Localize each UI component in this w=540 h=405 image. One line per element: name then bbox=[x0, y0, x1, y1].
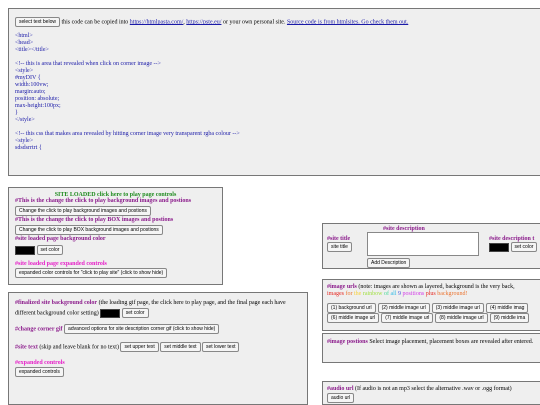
bg-heading: #This is the change the click to play ba… bbox=[15, 198, 192, 204]
desc-color-swatch[interactable] bbox=[489, 242, 509, 252]
color-swatch[interactable] bbox=[15, 245, 35, 255]
audio-box: #audio url (If audio is not an mp3 selec… bbox=[322, 381, 540, 405]
image-url-button[interactable]: (3) middle image url bbox=[431, 303, 484, 313]
code-line: <html> bbox=[15, 33, 33, 39]
code-line: <!-- this css that makes area revealed b… bbox=[15, 131, 240, 137]
rainbow-text: images for the rainbow of all 9 position… bbox=[327, 291, 539, 298]
rainbow-word: background! bbox=[437, 291, 468, 297]
code-line: </style> bbox=[15, 117, 35, 123]
image-url-buttons: (1) background url (2) middle image url (3… bbox=[327, 303, 539, 324]
intro-text: this code can be copied into bbox=[61, 19, 129, 26]
code-line: <head> bbox=[15, 40, 34, 46]
description-textarea[interactable] bbox=[367, 232, 479, 256]
site-loaded-box: SITE LOADED click here to play page cont… bbox=[8, 187, 223, 285]
select-text-button[interactable]: select text below bbox=[15, 17, 60, 27]
htmlpasta-link[interactable]: https://htmlpasta.com/ bbox=[130, 19, 184, 25]
source-link[interactable]: Source code is from htmlsites. Go check … bbox=[287, 19, 408, 25]
description-box: #site title site title #site description… bbox=[322, 223, 540, 269]
expanded-heading: #site loaded page expanded controls bbox=[15, 261, 107, 267]
code-line: width:100vw; bbox=[15, 82, 49, 88]
finalized-box: #finalized site background color (the lo… bbox=[8, 292, 308, 405]
rainbow-word: for bbox=[345, 291, 354, 297]
finalized-color-swatch[interactable] bbox=[100, 308, 121, 318]
expanded-controls-heading: #expanded controls bbox=[15, 360, 65, 367]
code-line: margin:auto; bbox=[15, 89, 46, 95]
code-line: position: absolute; bbox=[15, 96, 60, 102]
positions-text: Select image placement, placement boxes … bbox=[369, 339, 534, 345]
code-line: <style> bbox=[15, 68, 34, 74]
code-line: sdsdsrrtrt { bbox=[15, 145, 42, 151]
corner-heading: #change corner gif bbox=[15, 326, 63, 333]
rainbow-word: all bbox=[390, 291, 399, 297]
image-url-button[interactable]: (4) middle imag bbox=[485, 303, 529, 313]
bg-change-button[interactable]: Change the click to play background imag… bbox=[15, 206, 151, 216]
finalized-heading: #finalized site background color bbox=[15, 300, 98, 306]
corner-gif-button[interactable]: advanced options for site description co… bbox=[64, 324, 220, 335]
rainbow-word: the bbox=[354, 291, 363, 297]
audio-heading: #audio url bbox=[327, 386, 354, 392]
rainbow-word: plus bbox=[425, 291, 438, 297]
set-color-button[interactable]: set color bbox=[36, 245, 64, 255]
positions-box: #image postions Select image placement, … bbox=[322, 333, 540, 363]
code-line: <title></title> bbox=[15, 47, 49, 53]
image-url-button[interactable]: (6) middle image url bbox=[327, 313, 380, 324]
image-url-button[interactable]: (8) middle image url bbox=[435, 313, 488, 324]
positions-heading: #image postions bbox=[327, 339, 368, 345]
rainbow-word: positions bbox=[402, 291, 426, 297]
finalized-set-color-button[interactable]: set color bbox=[121, 308, 149, 318]
audio-url-button[interactable]: audio url bbox=[327, 393, 355, 403]
box-change-button[interactable]: Change the click to play BOX background … bbox=[15, 225, 163, 235]
site-text-desc: (skip and leave blank for no text) bbox=[39, 344, 119, 351]
desc-set-color-button[interactable]: set color bbox=[510, 242, 538, 252]
middle-text-button[interactable]: set middle text bbox=[160, 342, 201, 353]
code-line: } bbox=[15, 110, 18, 116]
code-line: max-height:100px; bbox=[15, 103, 61, 109]
audio-text: (If audio is not an mp3 select the alter… bbox=[355, 386, 512, 392]
rainbow-word: images bbox=[327, 291, 346, 297]
upper-text-button[interactable]: set upper text bbox=[120, 342, 159, 353]
rainbow-word: rainbow bbox=[362, 291, 385, 297]
code-box: select text below this code can be copie… bbox=[8, 8, 540, 176]
pste-link[interactable]: https://pste.eu/ bbox=[186, 19, 221, 25]
image-url-button[interactable]: (1) background url bbox=[327, 303, 376, 313]
site-text-heading: #site text bbox=[15, 344, 38, 351]
expanded-color-button[interactable]: expanded color controls for "click to pl… bbox=[15, 268, 168, 278]
code-line: <!-- this is area that revealed when cli… bbox=[15, 61, 161, 67]
image-urls-note: (note: images are shown as layered, back… bbox=[358, 284, 515, 290]
lower-text-button[interactable]: set lower text bbox=[202, 342, 240, 353]
site-title-button[interactable]: site title bbox=[327, 242, 352, 252]
or-text: or your own personal site. bbox=[222, 19, 286, 26]
add-description-button[interactable]: Add Description bbox=[367, 258, 411, 268]
code-lines[interactable]: <html> <head> <title></title> <!-- this is… bbox=[15, 33, 537, 152]
code-line: #myDIV { bbox=[15, 75, 41, 81]
image-urls-heading: #image urls bbox=[327, 284, 357, 290]
bgcolor-heading: #site loaded page background color bbox=[15, 236, 106, 242]
image-url-button[interactable]: (9) middle ima bbox=[489, 313, 530, 324]
image-url-button[interactable]: (7) middle image url bbox=[381, 313, 434, 324]
image-url-button[interactable]: (2) middle image url bbox=[377, 303, 430, 313]
box-heading: #This is the change the click to play BO… bbox=[15, 217, 174, 223]
code-line: <style> bbox=[15, 138, 34, 144]
expanded-controls-button[interactable]: expanded controls bbox=[15, 367, 64, 378]
image-urls-box: #image urls (note: images are shown as l… bbox=[322, 279, 540, 331]
